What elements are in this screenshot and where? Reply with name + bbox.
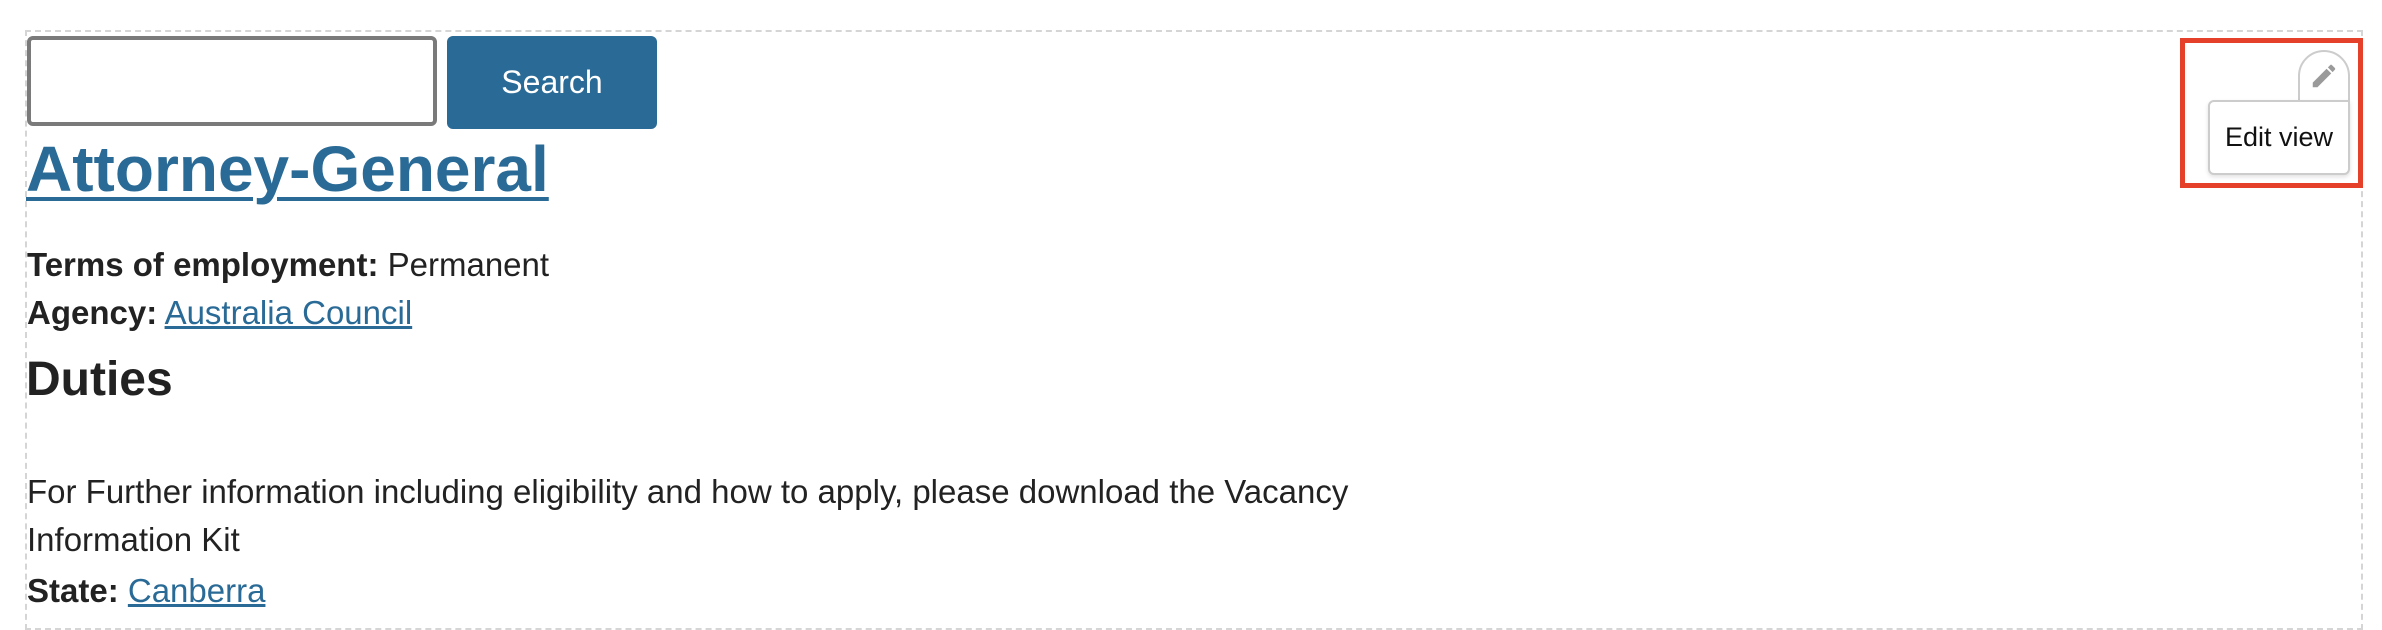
duties-heading: Duties bbox=[26, 353, 173, 406]
terms-of-employment-field: Terms of employment: Permanent bbox=[27, 246, 549, 284]
terms-value: Permanent bbox=[387, 246, 550, 283]
agency-link[interactable]: Australia Council bbox=[165, 294, 413, 331]
terms-label: Terms of employment: bbox=[27, 246, 379, 283]
agency-label: Agency: bbox=[27, 294, 158, 331]
duties-text: For Further information including eligib… bbox=[27, 473, 1349, 558]
state-label: State: bbox=[27, 572, 119, 609]
agency-field: Agency: Australia Council bbox=[27, 294, 412, 332]
job-title-link[interactable]: Attorney-General bbox=[26, 132, 549, 206]
pencil-icon bbox=[2312, 64, 2336, 88]
state-field: State: Canberra bbox=[27, 572, 265, 610]
contextual-edit-button[interactable] bbox=[2298, 50, 2350, 102]
edit-view-link[interactable]: Edit view bbox=[2225, 122, 2333, 153]
state-link[interactable]: Canberra bbox=[128, 572, 266, 609]
contextual-menu: Edit view bbox=[2208, 100, 2350, 175]
search-form: Search bbox=[27, 36, 657, 129]
search-input[interactable] bbox=[27, 36, 437, 126]
search-button[interactable]: Search bbox=[447, 36, 657, 129]
